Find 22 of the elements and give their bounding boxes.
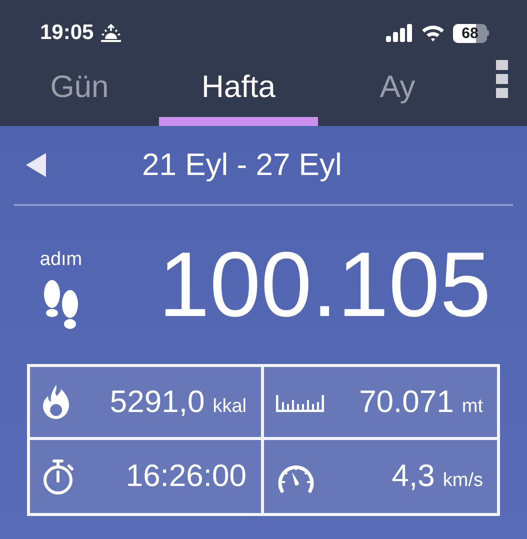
tab[interactable]: Ay <box>318 58 477 126</box>
tab[interactable]: Gün <box>0 58 159 126</box>
stat-value: 4,3 <box>392 457 435 496</box>
stat-unit: km/s <box>442 469 483 494</box>
more-menu-icon[interactable] <box>496 60 508 98</box>
stat-value: 70.071 <box>359 382 454 421</box>
flame-icon <box>42 384 70 420</box>
ruler-icon <box>276 392 324 412</box>
stopwatch-icon <box>42 458 76 494</box>
steps-value: 100.105 <box>158 239 491 331</box>
stat-value: 16:26:00 <box>126 457 246 496</box>
status-time: 19:05 <box>40 20 94 46</box>
date-range: 21 Eyl - 27 Eyl <box>142 146 342 184</box>
stat-unit: mt <box>462 394 483 419</box>
stat-value: 5291,0 <box>110 382 205 421</box>
steps-label: adım <box>40 248 82 272</box>
signal-icon <box>386 24 413 42</box>
sunrise-icon <box>100 24 122 42</box>
previous-arrow-icon[interactable] <box>26 153 46 177</box>
stat-unit: kkal <box>212 394 246 419</box>
battery-level: 68 <box>462 26 478 40</box>
wifi-icon <box>421 24 445 42</box>
